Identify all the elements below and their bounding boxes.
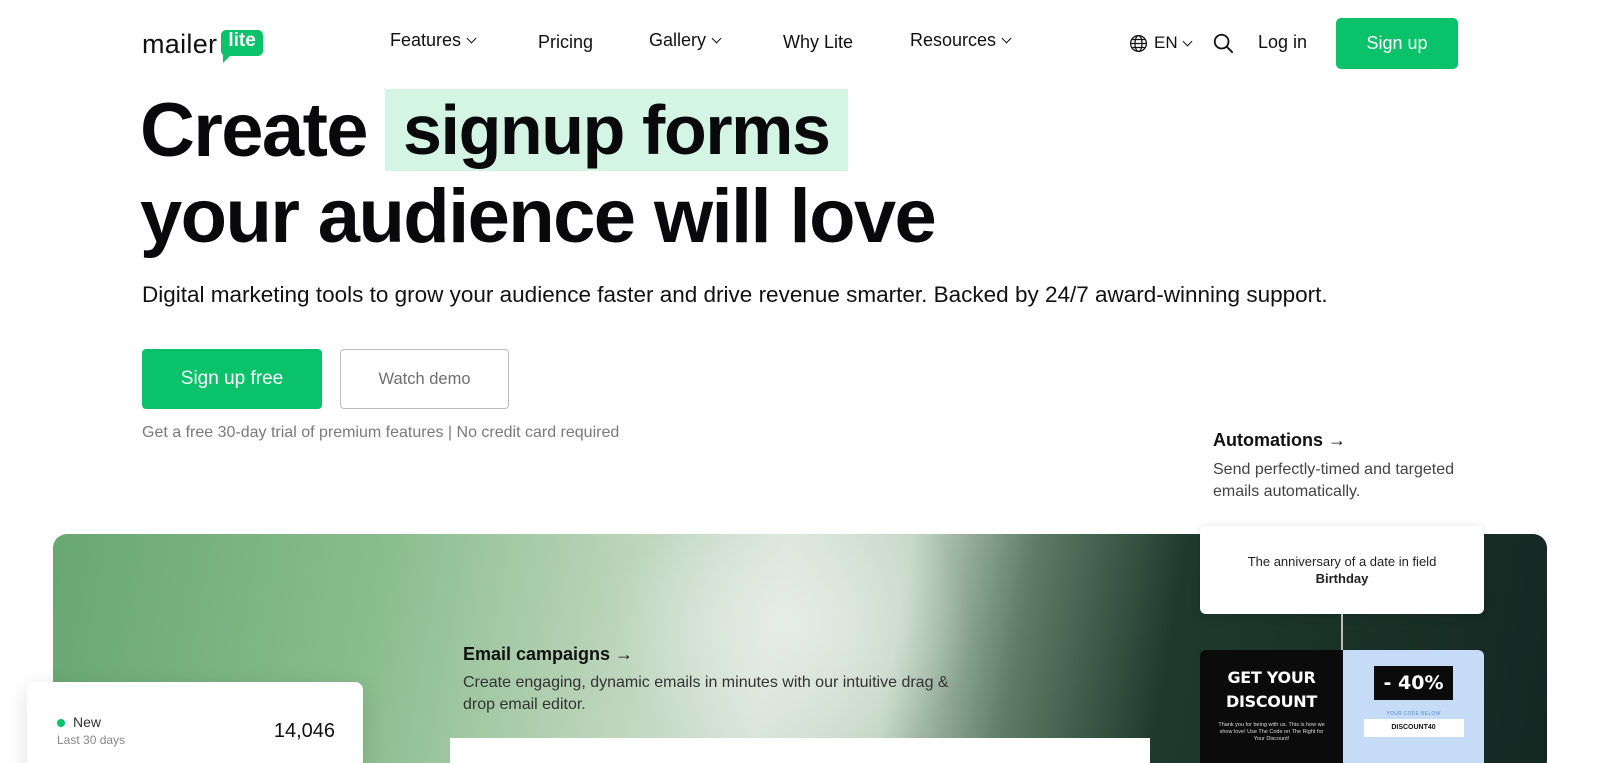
nav-item-label: Features [390, 30, 462, 50]
logo-word: mailer [142, 29, 218, 59]
chevron-down-icon [466, 33, 477, 44]
nav-item-why-lite[interactable]: Why Lite [783, 32, 853, 53]
top-navigation: mailer lite Features Pricing Gallery Why… [0, 0, 1600, 86]
automations-link[interactable]: Automations → [1213, 430, 1346, 451]
hero-subtitle: Digital marketing tools to grow your aud… [142, 282, 1328, 307]
chevron-down-icon [711, 33, 722, 44]
workflow-connector [1341, 614, 1343, 650]
language-selector[interactable]: EN [1129, 33, 1193, 53]
discount-code: DISCOUNT40 [1363, 719, 1464, 737]
hero-title-line-2: your audience will love [140, 174, 937, 259]
discount-percent: - 40% [1373, 666, 1454, 700]
chevron-down-icon [1182, 36, 1193, 46]
trigger-text: The anniversary of a date in field [1247, 554, 1437, 569]
email-campaigns-link[interactable]: Email campaigns → [463, 644, 633, 665]
nav-item-gallery[interactable]: Gallery [649, 30, 722, 51]
hero-title-word: Create [140, 87, 369, 173]
nav-item-pricing[interactable]: Pricing [538, 32, 593, 53]
chevron-down-icon [1001, 33, 1012, 44]
discount-code-label: YOUR CODE BELOW [1386, 711, 1441, 717]
stats-value: 14,046 [273, 720, 335, 742]
nav-item-features[interactable]: Features [390, 30, 477, 51]
hero-title-line-1: Create signup forms [140, 87, 848, 173]
stats-label: New [73, 714, 102, 730]
watch-demo-button[interactable]: Watch demo [340, 349, 509, 409]
discount-body: Thank you for being with us. This is how… [1218, 722, 1325, 742]
discount-headline-2: DISCOUNT [1226, 692, 1317, 711]
language-label: EN [1154, 33, 1178, 52]
nav-item-resources[interactable]: Resources [910, 30, 1012, 51]
stats-period: Last 30 days [57, 733, 126, 747]
search-icon[interactable] [1212, 32, 1234, 54]
mailerlite-logo[interactable]: mailer lite [142, 20, 263, 63]
nav-item-label: Resources [910, 30, 997, 50]
nav-item-label: Why Lite [783, 32, 854, 52]
hero-title-highlight: signup forms [384, 89, 848, 171]
discount-email-preview: GET YOUR DISCOUNT Thank you for being wi… [1200, 650, 1484, 763]
discount-left-panel: GET YOUR DISCOUNT Thank you for being wi… [1200, 650, 1343, 763]
discount-headline-1: GET YOUR [1227, 668, 1316, 687]
email-editor-preview [450, 738, 1150, 763]
email-campaigns-description: Create engaging, dynamic emails in minut… [463, 674, 949, 713]
status-dot-icon [57, 719, 65, 727]
panel-glow [613, 534, 973, 763]
discount-right-panel: - 40% YOUR CODE BELOW DISCOUNT40 [1343, 650, 1484, 763]
nav-item-label: Gallery [649, 30, 707, 50]
signup-button[interactable]: Sign up [1336, 18, 1458, 69]
logo-badge: lite [221, 30, 263, 63]
login-link[interactable]: Log in [1258, 32, 1307, 53]
trigger-field: Birthday [1315, 571, 1369, 586]
globe-icon [1129, 34, 1148, 52]
automation-trigger-card: The anniversary of a date in field Birth… [1200, 526, 1484, 614]
signup-free-button[interactable]: Sign up free [142, 349, 322, 409]
nav-item-label: Pricing [538, 32, 594, 52]
subscriber-stats-card: New Last 30 days 14,046 [27, 682, 363, 763]
automations-description: Send perfectly-timed and targeted emails… [1213, 461, 1455, 500]
trial-note: Get a free 30-day trial of premium featu… [142, 424, 620, 441]
